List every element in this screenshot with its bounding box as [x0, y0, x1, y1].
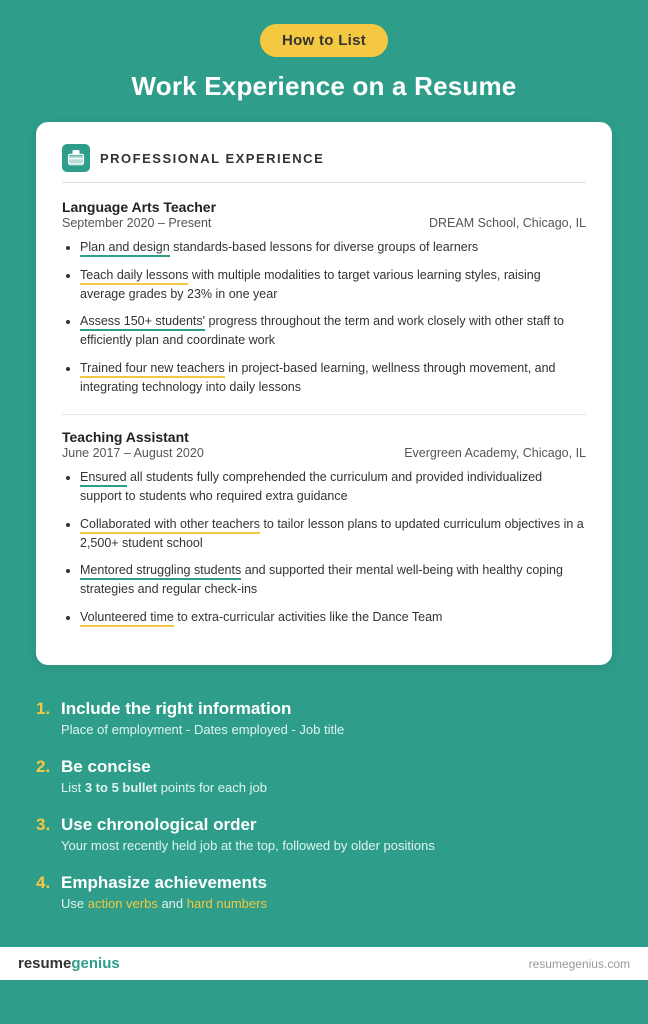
footer-bar: resumegenius resumegenius.com — [0, 947, 648, 980]
list-item: Plan and design standards-based lessons … — [80, 238, 586, 257]
resume-card: PROFESSIONAL EXPERIENCE Language Arts Te… — [36, 122, 612, 665]
how-to-list-badge: How to List — [260, 24, 388, 57]
tip-header-4: 4. Emphasize achievements — [36, 873, 612, 893]
list-item: Trained four new teachers in project-bas… — [80, 359, 586, 397]
list-item: Volunteered time to extra-curricular act… — [80, 608, 586, 627]
action-verb: Assess 150+ students' — [80, 314, 205, 331]
tip-number-1: 1. — [36, 699, 54, 719]
card-header: PROFESSIONAL EXPERIENCE — [62, 144, 586, 183]
footer-logo: resumegenius — [18, 955, 120, 972]
job-block-1: Language Arts Teacher September 2020 – P… — [62, 199, 586, 396]
tip-desc-3: Your most recently held job at the top, … — [61, 837, 612, 855]
tip-heading-3: Use chronological order — [61, 815, 257, 835]
tip-desc-2: List 3 to 5 bullet points for each job — [61, 779, 612, 797]
list-item: Collaborated with other teachers to tail… — [80, 515, 586, 553]
job-title-2: Teaching Assistant — [62, 429, 586, 445]
tip-desc-1: Place of employment - Dates employed - J… — [61, 721, 612, 739]
job-block-2: Teaching Assistant June 2017 – August 20… — [62, 429, 586, 626]
list-item: Ensured all students fully comprehended … — [80, 468, 586, 506]
footer-logo-resume: resume — [18, 955, 71, 972]
list-item: Teach daily lessons with multiple modali… — [80, 266, 586, 304]
job-meta-1: September 2020 – Present DREAM School, C… — [62, 216, 586, 230]
list-item: Mentored struggling students and support… — [80, 561, 586, 599]
tip-item-2: 2. Be concise List 3 to 5 bullet points … — [36, 757, 612, 797]
tip-header-2: 2. Be concise — [36, 757, 612, 777]
tip-header-1: 1. Include the right information — [36, 699, 612, 719]
tip-heading-2: Be concise — [61, 757, 151, 777]
action-verbs-label: action verbs — [88, 896, 158, 911]
main-title: Work Experience on a Resume — [132, 71, 517, 102]
hard-numbers-label: hard numbers — [187, 896, 267, 911]
tip-number-3: 3. — [36, 815, 54, 835]
bullet-list-2: Ensured all students fully comprehended … — [62, 468, 586, 626]
action-verb: Teach daily lessons — [80, 268, 188, 285]
tips-area: 1. Include the right information Place o… — [0, 689, 648, 948]
header-area: How to List Work Experience on a Resume — [0, 0, 648, 122]
action-verb: Volunteered time — [80, 610, 174, 627]
tip-number-2: 2. — [36, 757, 54, 777]
job-company-2: Evergreen Academy, Chicago, IL — [404, 446, 586, 460]
section-divider — [62, 414, 586, 415]
footer-url: resumegenius.com — [529, 957, 630, 971]
job-meta-2: June 2017 – August 2020 Evergreen Academ… — [62, 446, 586, 460]
action-verb: Plan and design — [80, 240, 170, 257]
tip-header-3: 3. Use chronological order — [36, 815, 612, 835]
action-verb: Collaborated with other teachers — [80, 517, 260, 534]
tip-heading-4: Emphasize achievements — [61, 873, 267, 893]
briefcase-icon — [62, 144, 90, 172]
section-title: PROFESSIONAL EXPERIENCE — [100, 151, 324, 166]
tip-item-4: 4. Emphasize achievements Use action ver… — [36, 873, 612, 913]
job-company-1: DREAM School, Chicago, IL — [429, 216, 586, 230]
tip-item-3: 3. Use chronological order Your most rec… — [36, 815, 612, 855]
tip-item-1: 1. Include the right information Place o… — [36, 699, 612, 739]
action-verb: Mentored struggling students — [80, 563, 241, 580]
bullet-list-1: Plan and design standards-based lessons … — [62, 238, 586, 396]
job-title-1: Language Arts Teacher — [62, 199, 586, 215]
tip-desc-4: Use action verbs and hard numbers — [61, 895, 612, 913]
footer-logo-genius: genius — [71, 955, 119, 972]
list-item: Assess 150+ students' progress throughou… — [80, 312, 586, 350]
tip-number-4: 4. — [36, 873, 54, 893]
action-verb: Trained four new teachers — [80, 361, 225, 378]
tip-heading-1: Include the right information — [61, 699, 291, 719]
job-dates-1: September 2020 – Present — [62, 216, 211, 230]
job-dates-2: June 2017 – August 2020 — [62, 446, 204, 460]
action-verb: Ensured — [80, 470, 127, 487]
